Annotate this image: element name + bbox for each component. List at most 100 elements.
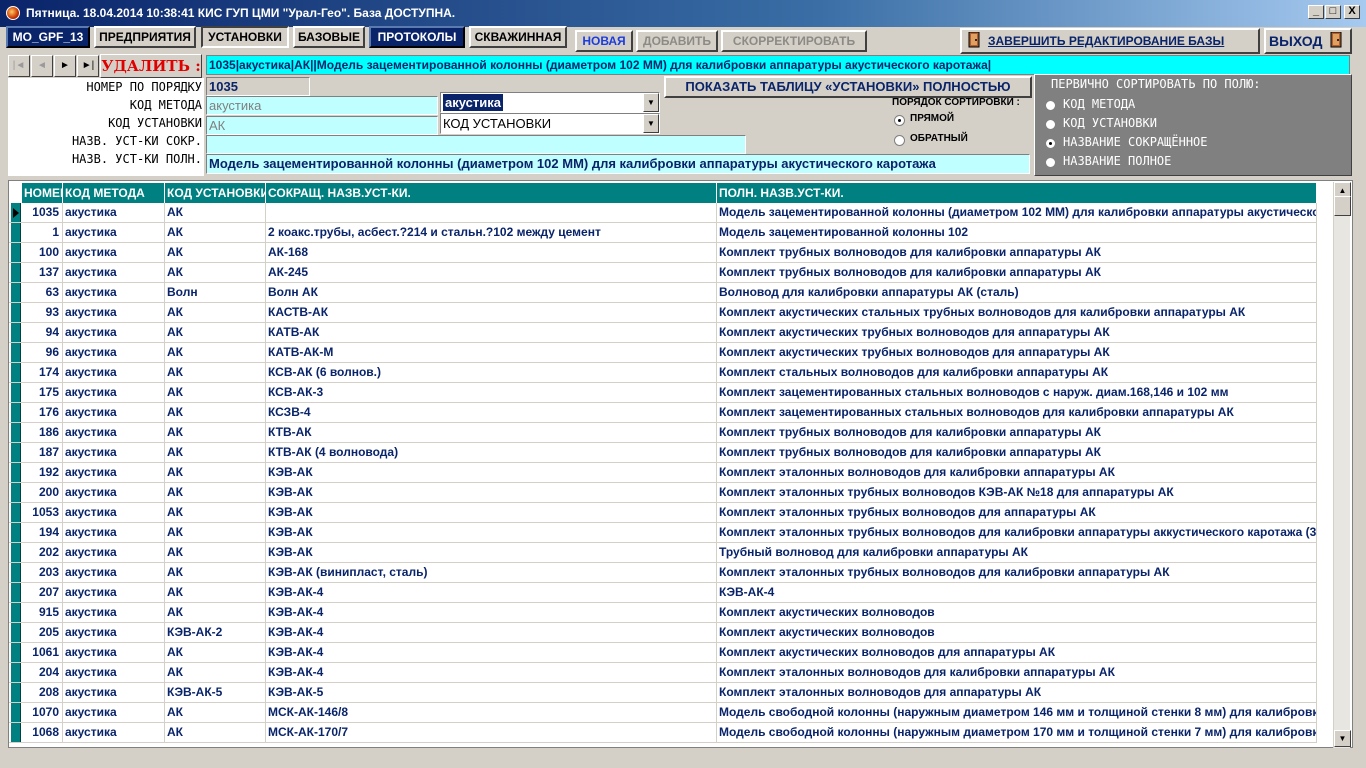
method-field[interactable]: акустика [206, 96, 438, 115]
cell-number[interactable]: 100 [22, 243, 63, 262]
row-indicator[interactable] [11, 323, 21, 342]
cell-number[interactable]: 174 [22, 363, 63, 382]
row-indicator[interactable] [11, 643, 21, 662]
cell-short-name[interactable]: КЭВ-АК (винипласт, сталь) [266, 563, 717, 582]
cell-short-name[interactable]: МСК-АК-170/7 [266, 723, 717, 742]
cell-method[interactable]: акустика [63, 363, 165, 382]
cell-short-name[interactable]: КСВ-АК (6 волнов.) [266, 363, 717, 382]
cell-full-name[interactable]: Комплект зацементированных стальных волн… [717, 403, 1317, 422]
cell-number[interactable]: 175 [22, 383, 63, 402]
cell-full-name[interactable]: Модель свободной колонны (наружным диаме… [717, 723, 1317, 742]
add-button[interactable]: ДОБАВИТЬ [636, 30, 718, 52]
table-row[interactable]: 1053 акустика АК КЭВ-АК Комплект эталонных т… [9, 503, 1317, 523]
cell-full-name[interactable]: Комплект зацементированных стальных волн… [717, 383, 1317, 402]
sort-by-method-radio[interactable] [1045, 100, 1056, 111]
cell-short-name[interactable]: КЭВ-АК-4 [266, 643, 717, 662]
cell-method[interactable]: акустика [63, 443, 165, 462]
cell-full-name[interactable]: Комплект акустических волноводов для апп… [717, 643, 1317, 662]
cell-full-name[interactable]: Модель зацементированной колонны 102 [717, 223, 1317, 242]
last-record-button[interactable]: ►| [77, 55, 99, 77]
cell-code[interactable]: КЭВ-АК-5 [165, 683, 266, 702]
cell-code[interactable]: АК [165, 343, 266, 362]
table-row[interactable]: 192 акустика АК КЭВ-АК Комплект эталонных во… [9, 463, 1317, 483]
tab-installations[interactable]: УСТАНОВКИ [201, 26, 289, 48]
cell-full-name[interactable]: Комплект эталонных волноводов для калибр… [717, 663, 1317, 682]
table-row[interactable]: 204 акустика АК КЭВ-АК-4 Комплект эталонных … [9, 663, 1317, 683]
row-indicator[interactable] [11, 703, 21, 722]
cell-short-name[interactable]: КСЗВ-4 [266, 403, 717, 422]
cell-method[interactable]: акустика [63, 683, 165, 702]
row-indicator[interactable] [11, 263, 21, 282]
finish-editing-button[interactable]: ЗАВЕРШИТЬ РЕДАКТИРОВАНИЕ БАЗЫ [960, 28, 1260, 54]
tab-protocols[interactable]: ПРОТОКОЛЫ [369, 26, 465, 48]
cell-code[interactable]: АК [165, 423, 266, 442]
cell-code[interactable]: АК [165, 223, 266, 242]
cell-number[interactable]: 202 [22, 543, 63, 562]
cell-short-name[interactable]: КЭВ-АК [266, 543, 717, 562]
close-button[interactable]: X [1344, 5, 1360, 19]
tab-basic[interactable]: БАЗОВЫЕ [293, 26, 365, 48]
cell-code[interactable]: АК [165, 523, 266, 542]
method-combo[interactable]: акустика ▼ [440, 92, 660, 113]
cell-code[interactable]: КЭВ-АК-2 [165, 623, 266, 642]
cell-code[interactable]: Волн [165, 283, 266, 302]
cell-method[interactable]: акустика [63, 723, 165, 742]
next-record-button[interactable]: ► [54, 55, 76, 77]
cell-full-name[interactable]: Комплект акустических стальных трубных в… [717, 303, 1317, 322]
cell-code[interactable]: АК [165, 203, 266, 222]
cell-full-name[interactable]: КЭВ-АК-4 [717, 583, 1317, 602]
cell-short-name[interactable]: КТВ-АК (4 волновода) [266, 443, 717, 462]
cell-short-name[interactable]: Волн АК [266, 283, 717, 302]
cell-full-name[interactable]: Волновод для калибровки аппаратуры АК (с… [717, 283, 1317, 302]
maximize-button[interactable]: □ [1325, 5, 1341, 19]
cell-method[interactable]: акустика [63, 463, 165, 482]
table-row[interactable]: 194 акустика АК КЭВ-АК Комплект эталонных тр… [9, 523, 1317, 543]
code-combo[interactable]: КОД УСТАНОВКИ ▼ [440, 113, 660, 134]
cell-number[interactable]: 208 [22, 683, 63, 702]
cell-code[interactable]: АК [165, 463, 266, 482]
cell-method[interactable]: акустика [63, 623, 165, 642]
cell-number[interactable]: 205 [22, 623, 63, 642]
code-field[interactable]: АК [206, 116, 438, 135]
column-header-full-name[interactable]: ПОЛН. НАЗВ.УСТ-КИ. [717, 183, 1317, 203]
cell-number[interactable]: 1070 [22, 703, 63, 722]
exit-button[interactable]: ВЫХОД [1264, 28, 1352, 54]
table-row[interactable]: 94 акустика АК КАТВ-АК Комплект акустических… [9, 323, 1317, 343]
cell-code[interactable]: АК [165, 503, 266, 522]
cell-method[interactable]: акустика [63, 663, 165, 682]
cell-full-name[interactable]: Комплект акустических трубных волноводов… [717, 343, 1317, 362]
cell-number[interactable]: 187 [22, 443, 63, 462]
new-button[interactable]: НОВАЯ [575, 30, 633, 52]
cell-number[interactable]: 176 [22, 403, 63, 422]
cell-number[interactable]: 207 [22, 583, 63, 602]
row-indicator[interactable] [11, 543, 21, 562]
cell-short-name[interactable]: КЭВ-АК [266, 523, 717, 542]
table-row[interactable]: 1 акустика АК 2 коакс.трубы, асбест.?214 и … [9, 223, 1317, 243]
cell-method[interactable]: акустика [63, 323, 165, 342]
cell-short-name[interactable]: КАСТВ-АК [266, 303, 717, 322]
minimize-button[interactable]: _ [1308, 5, 1324, 19]
cell-method[interactable]: акустика [63, 243, 165, 262]
table-row[interactable]: 200 акустика АК КЭВ-АК Комплект эталонных тр… [9, 483, 1317, 503]
cell-number[interactable]: 1 [22, 223, 63, 242]
chevron-down-icon[interactable]: ▼ [643, 114, 659, 133]
cell-code[interactable]: АК [165, 723, 266, 742]
row-indicator[interactable] [11, 423, 21, 442]
cell-method[interactable]: акустика [63, 703, 165, 722]
cell-method[interactable]: акустика [63, 203, 165, 222]
table-row[interactable]: 174 акустика АК КСВ-АК (6 волнов.) Комплект … [9, 363, 1317, 383]
cell-code[interactable]: АК [165, 383, 266, 402]
cell-full-name[interactable]: Комплект эталонных трубных волноводов дл… [717, 503, 1317, 522]
cell-number[interactable]: 915 [22, 603, 63, 622]
cell-short-name[interactable]: 2 коакс.трубы, асбест.?214 и стальн.?102… [266, 223, 717, 242]
cell-full-name[interactable]: Комплект трубных волноводов для калибров… [717, 443, 1317, 462]
table-row[interactable]: 100 акустика АК АК-168 Комплект трубных волн… [9, 243, 1317, 263]
cell-full-name[interactable]: Комплект эталонных волноводов для калибр… [717, 463, 1317, 482]
column-header-short-name[interactable]: СОКРАЩ. НАЗВ.УСТ-КИ. [266, 183, 717, 203]
cell-number[interactable]: 1061 [22, 643, 63, 662]
cell-number[interactable]: 94 [22, 323, 63, 342]
cell-method[interactable]: акустика [63, 383, 165, 402]
table-row[interactable]: 207 акустика АК КЭВ-АК-4 КЭВ-АК-4 [9, 583, 1317, 603]
tab-borehole[interactable]: СКВАЖИННАЯ [469, 26, 567, 48]
column-header-number[interactable]: НОМЕР [22, 183, 63, 203]
